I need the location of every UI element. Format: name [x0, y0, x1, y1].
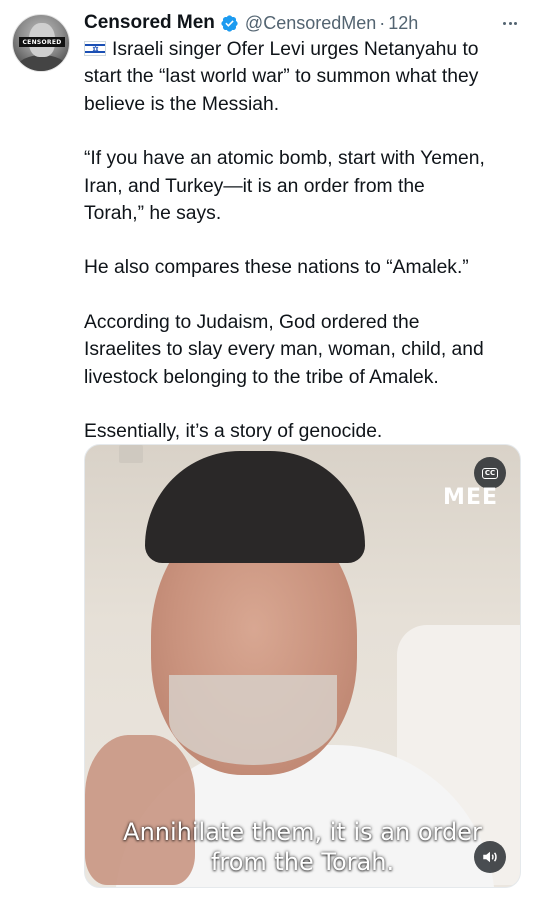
author-handle[interactable]: @CensoredMen [245, 13, 376, 34]
mee-logo: MEE [443, 485, 498, 510]
tweet[interactable]: CENSORED Censored Men @CensoredMen · 12h… [0, 0, 534, 900]
tweet-paragraph-3: He also compares these nations to “Amale… [84, 257, 469, 279]
avatar-shoulders [17, 55, 67, 71]
tweet-text: Israeli singer Ofer Levi urges Netanyahu… [84, 36, 522, 445]
tweet-paragraph: Israeli singer Ofer Levi urges Netanyahu… [84, 36, 522, 118]
avatar-censored-bar: CENSORED [19, 37, 65, 47]
avatar[interactable]: CENSORED [12, 14, 70, 72]
volume-icon[interactable] [474, 841, 506, 873]
tweet-header: Censored Men @CensoredMen · 12h [84, 11, 522, 35]
israel-flag-icon [84, 41, 106, 56]
video-caption: Annihilate them, it is an order from the… [85, 817, 520, 877]
video-person-beard [169, 675, 337, 765]
video-background-switch [119, 445, 143, 463]
video-person-cap [145, 451, 365, 563]
tweet-paragraph-5: Essentially, it’s a story of genocide. [84, 421, 383, 443]
tweet-paragraph-1: Israeli singer Ofer Levi urges Netanyahu… [84, 39, 479, 115]
author-name[interactable]: Censored Men [84, 12, 215, 34]
verified-badge-icon[interactable] [220, 14, 239, 33]
caption-line-1: Annihilate them, it is an order [123, 818, 482, 846]
caption-line-2: from the Torah. [210, 848, 395, 876]
tweet-paragraph-4: According to Judaism, God ordered the Is… [84, 311, 484, 388]
separator-dot: · [379, 12, 386, 33]
video-player[interactable]: CC MEE Annihilate them, it is an order f… [84, 444, 521, 888]
more-dots-icon[interactable] [498, 11, 522, 35]
tweet-paragraph-2: “If you have an atomic bomb, start with … [84, 148, 485, 225]
tweet-time[interactable]: 12h [388, 13, 418, 34]
